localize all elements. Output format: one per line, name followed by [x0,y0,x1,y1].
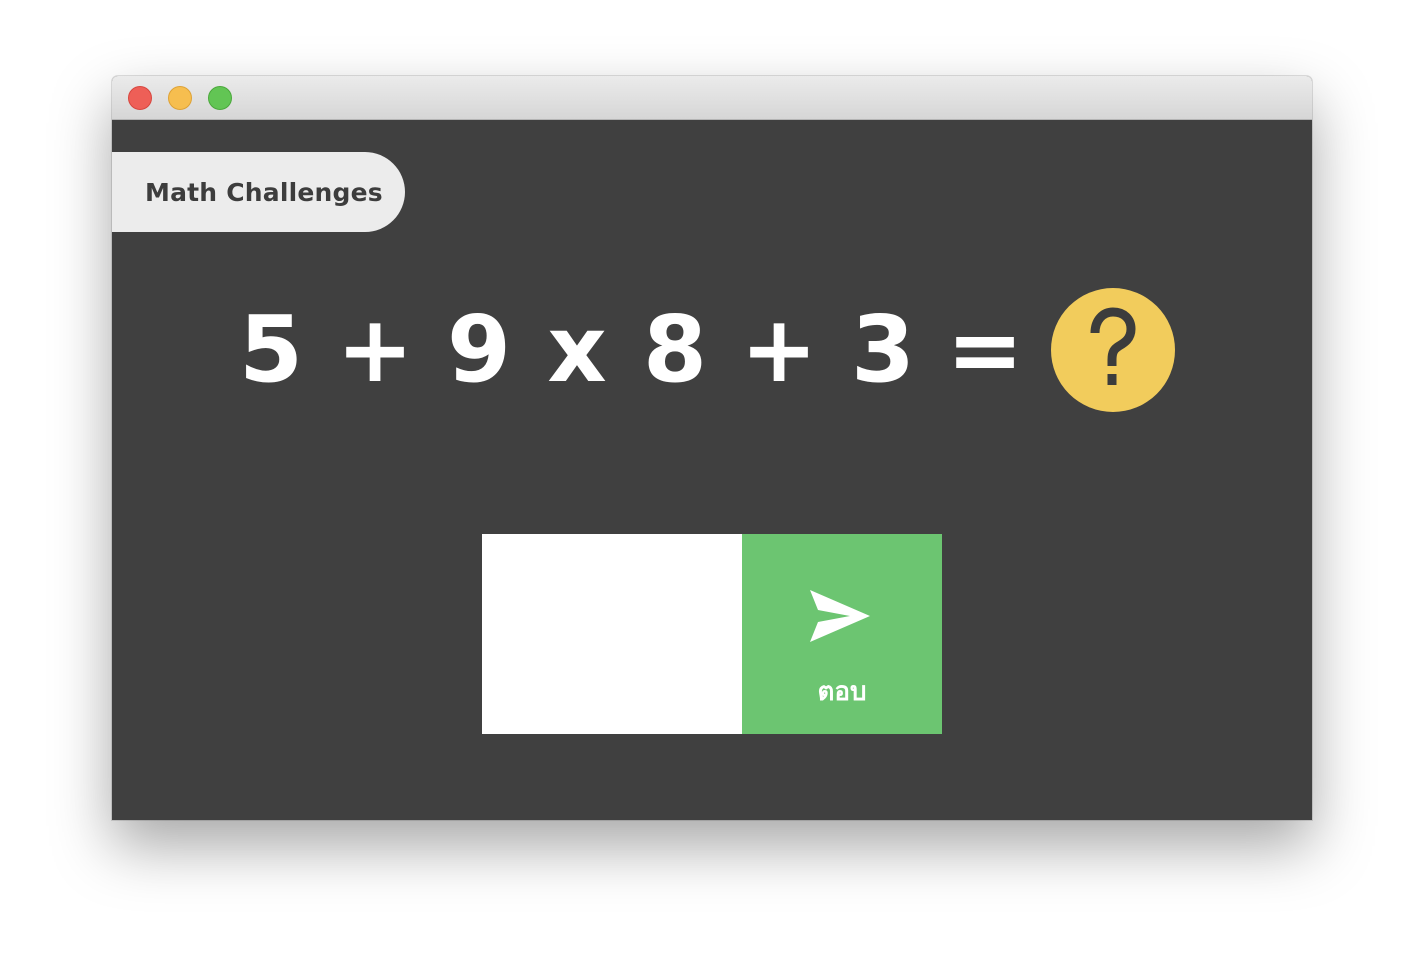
app-title-tag: Math Challenges [112,152,405,232]
maximize-window-button[interactable] [208,86,232,110]
equation-operand: 3 [850,296,915,403]
equals-sign: = [946,296,1024,403]
equation-operand: 5 [238,296,303,403]
equation: 5 + 9 x 8 + 3 = [237,300,1053,400]
equation-operator: x [547,296,607,403]
main-content: Math Challenges 5 + 9 x 8 + 3 = ตอบ [112,120,1312,820]
minimize-window-button[interactable] [168,86,192,110]
answer-button-label: ตอบ [817,677,867,707]
send-icon [810,590,870,642]
answer-input[interactable] [482,534,742,734]
equation-operator: + [740,296,818,403]
question-mark-icon [1051,288,1175,412]
app-window: Math Challenges 5 + 9 x 8 + 3 = ตอบ [112,76,1312,820]
equation-operator: + [336,296,414,403]
equation-operand: 8 [642,296,707,403]
title-bar [112,76,1312,120]
equation-operand: 9 [446,296,511,403]
answer-submit-button[interactable]: ตอบ [742,534,942,734]
close-window-button[interactable] [128,86,152,110]
